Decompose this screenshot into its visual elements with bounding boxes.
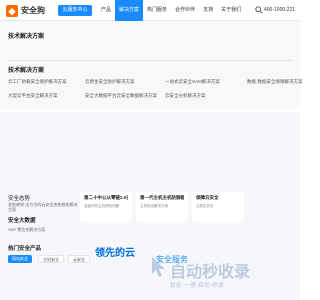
logo-icon: ◆	[6, 4, 18, 17]
card-subtitle: 云原生安全	[196, 204, 214, 208]
phone-number[interactable]: 400-1000-221	[264, 7, 295, 13]
solutions-section-title: 技术解决方案	[8, 68, 45, 74]
logo-text: 安全狗	[21, 6, 45, 15]
solutions-list: 云工厂防载安全保护解决方案 云原生安全防护解决方案 一站式云安全SAM解决方案 …	[8, 79, 303, 99]
nav-item-services[interactable]: 热门服务	[143, 0, 171, 21]
solution-link[interactable]: 云安全分析解决方案	[165, 93, 247, 99]
nav-item-about[interactable]: 关于我们	[217, 0, 245, 21]
section-label: 热门安全产品	[8, 246, 42, 252]
solutions-dropdown: 技术解决方案 技术解决方案 云工厂防载安全保护解决方案 云原生安全防护解决方案 …	[0, 21, 303, 109]
watermark-subtext: 智能·一键·自动·收录	[170, 282, 224, 289]
console-button[interactable]: 云服务中心	[58, 5, 92, 16]
nav-item-support[interactable]: 支持	[199, 0, 217, 21]
section-description: 态势感知·全方位的云安全态势感知解决方案	[8, 202, 78, 212]
feature-cards: 第二十中公从零链2.0安全解决方案 全面识别主机风险问题 第一代主机主机防御能力…	[80, 192, 244, 222]
solution-link[interactable]: 云工厂防载安全保护解决方案	[8, 79, 85, 85]
solution-link[interactable]: 安全大数据平台云安全数据解决方案	[85, 93, 165, 99]
brand-logo[interactable]: ◆ 安全狗	[6, 4, 45, 17]
tab-host-security[interactable]: 主机安全	[38, 255, 64, 263]
hero-tagline: 领先的云	[95, 248, 135, 259]
watermark-cursor-icon	[152, 257, 165, 277]
tab-cloud-security[interactable]: 云安全	[68, 255, 90, 263]
nav-item-partners[interactable]: 合作伙伴	[171, 0, 199, 21]
top-navbar: ◆ 安全狗 云服务中心 产品 解决方案 热门服务 合作伙伴 支持 关于我们 40…	[0, 0, 300, 21]
card-subtitle: 全面识别主机风险问题	[84, 204, 119, 208]
solution-link[interactable]: 数据·数据安全保障解决方案	[247, 79, 307, 85]
card-title: 保障云安全	[196, 195, 219, 200]
tab-website-security[interactable]: 网站安全	[8, 255, 32, 263]
card-title: 第二十中公从零链2.0安全解决方案	[84, 195, 128, 200]
solution-link[interactable]	[247, 93, 307, 99]
nav-item-solutions[interactable]: 解决方案	[115, 0, 144, 21]
link-text[interactable]: SDP 零信任解决方案	[8, 227, 45, 233]
dropdown-category[interactable]: 技术解决方案	[8, 31, 44, 40]
feature-card[interactable]: 第二十中公从零链2.0安全解决方案 全面识别主机风险问题	[80, 192, 132, 222]
solution-link[interactable]: 一站式云安全SAM解决方案	[165, 79, 247, 85]
main-nav: 产品 解决方案 热门服务 合作伙伴 支持 关于我们	[97, 0, 245, 21]
solution-link[interactable]: 大型云平台安全解决方案	[8, 93, 85, 99]
feature-card[interactable]: 第一代主机主机防御能力安全解决方案 主机安全解决方案	[136, 192, 188, 222]
section-label: 安全态势	[8, 196, 31, 202]
search-icon[interactable]	[255, 6, 263, 14]
card-title: 第一代主机主机防御能力安全解决方案	[140, 195, 184, 200]
card-subtitle: 主机安全解决方案	[140, 204, 168, 208]
watermark-text: 自动秒收录	[170, 262, 251, 281]
divider	[8, 60, 292, 61]
section-label: 安全大数据	[8, 218, 36, 224]
feature-card[interactable]: 保障云安全 云原生安全	[192, 192, 244, 222]
nav-item-products[interactable]: 产品	[97, 0, 115, 21]
solution-link[interactable]: 云原生安全防护解决方案	[85, 79, 165, 85]
